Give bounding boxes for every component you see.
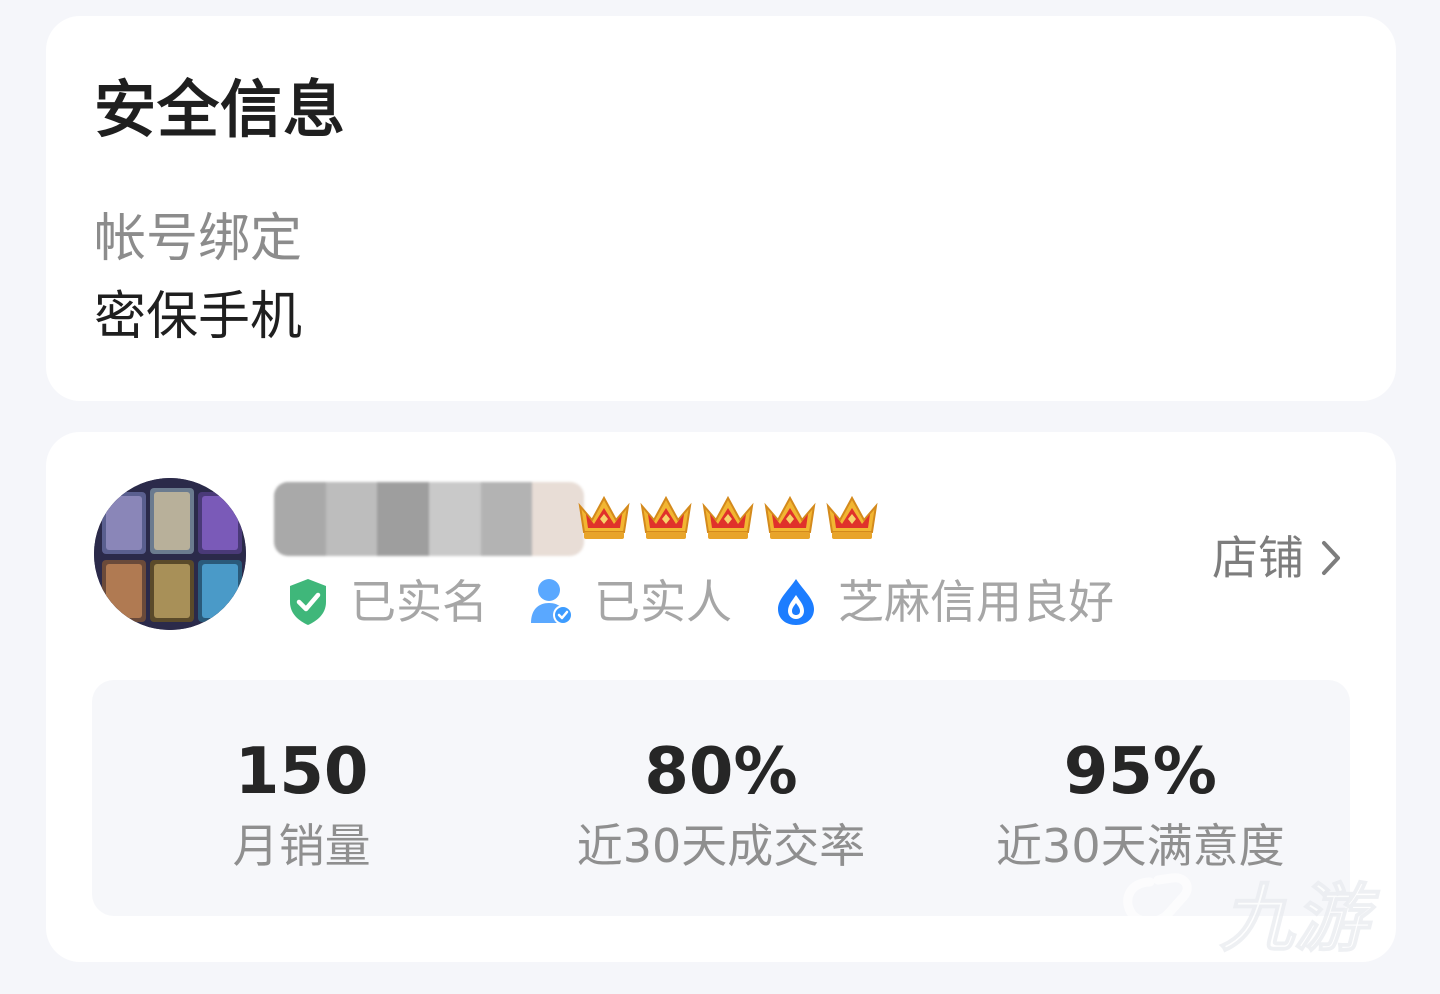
chevron-right-icon [1322,541,1340,575]
shop-link[interactable]: 店铺 [1212,528,1342,588]
security-info-card: 安全信息 帐号绑定 密保手机 [46,16,1396,401]
stat-value: 80% [644,735,798,809]
crown-icon [578,495,630,539]
shield-check-icon [284,576,332,628]
badge-real-person-label: 已实人 [594,575,732,629]
badge-real-person: 已实人 [528,572,732,632]
seller-avatar[interactable] [94,478,246,630]
crown-icon [826,495,878,539]
seller-level-crowns [576,492,880,542]
crown-icon [640,495,692,539]
stat-value: 95% [1063,735,1217,809]
crown-icon [702,495,754,539]
watermark-text: 九游 [1220,876,1380,962]
seller-name-masked [274,482,584,556]
badge-real-name: 已实名 [284,572,488,632]
account-binding-value: 密保手机 [94,287,303,347]
account-binding-label: 帐号绑定 [94,209,303,269]
stat-monthly-sales: 150 月销量 [92,680,511,916]
badge-real-name-label: 已实名 [350,575,488,629]
verification-badges: 已实名 已实人 芝麻信用良好 [284,570,1154,634]
crown-icon [764,495,816,539]
stat-label: 近30天成交率 [576,819,866,873]
stat-label: 月销量 [232,819,371,873]
security-title: 安全信息 [94,73,347,146]
stat-deal-rate: 80% 近30天成交率 [511,680,930,916]
jiuyou-watermark-logo: 九游 [1123,873,1381,963]
badge-sesame-credit-label: 芝麻信用良好 [838,575,1114,629]
badge-sesame-credit: 芝麻信用良好 [772,572,1114,632]
shop-link-label: 店铺 [1212,531,1304,585]
stat-value: 150 [234,735,369,809]
drop-icon [772,576,820,628]
person-verified-icon [528,576,576,628]
